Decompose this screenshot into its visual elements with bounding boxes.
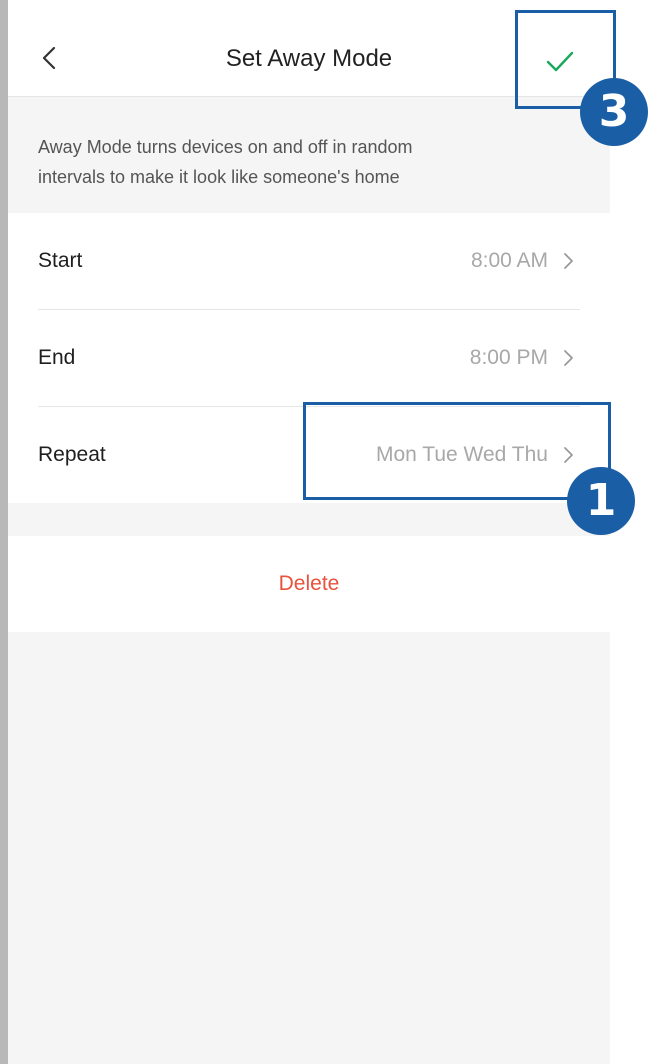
description-line: Away Mode turns devices on and off in ra… <box>38 137 413 157</box>
start-label: Start <box>38 249 83 272</box>
end-time-value: 8:00 PM <box>469 346 548 369</box>
start-time-value: 8:00 AM <box>470 249 548 272</box>
chevron-right-icon <box>564 253 573 269</box>
step-badge-1: 1 <box>567 467 635 535</box>
repeat-label: Repeat <box>38 443 106 466</box>
chevron-left-icon <box>42 46 56 70</box>
away-mode-description: Away Mode turns devices on and off in ra… <box>38 132 578 192</box>
delete-button[interactable]: Delete <box>8 536 610 632</box>
highlight-box-repeat <box>303 402 611 500</box>
start-time-row[interactable]: Start 8:00 AM <box>8 213 610 309</box>
app-screen: Set Away Mode Away Mode turns devices on… <box>8 20 610 1064</box>
description-line: intervals to make it look like someone's… <box>38 167 400 187</box>
device-bezel-right <box>610 0 649 1064</box>
chevron-right-icon <box>564 350 573 366</box>
device-bezel-left <box>0 0 8 1064</box>
back-button[interactable] <box>30 38 70 78</box>
end-time-row[interactable]: End 8:00 PM <box>8 310 610 406</box>
end-label: End <box>38 346 76 369</box>
delete-card: Delete <box>8 536 610 632</box>
step-badge-3: 3 <box>580 78 648 146</box>
